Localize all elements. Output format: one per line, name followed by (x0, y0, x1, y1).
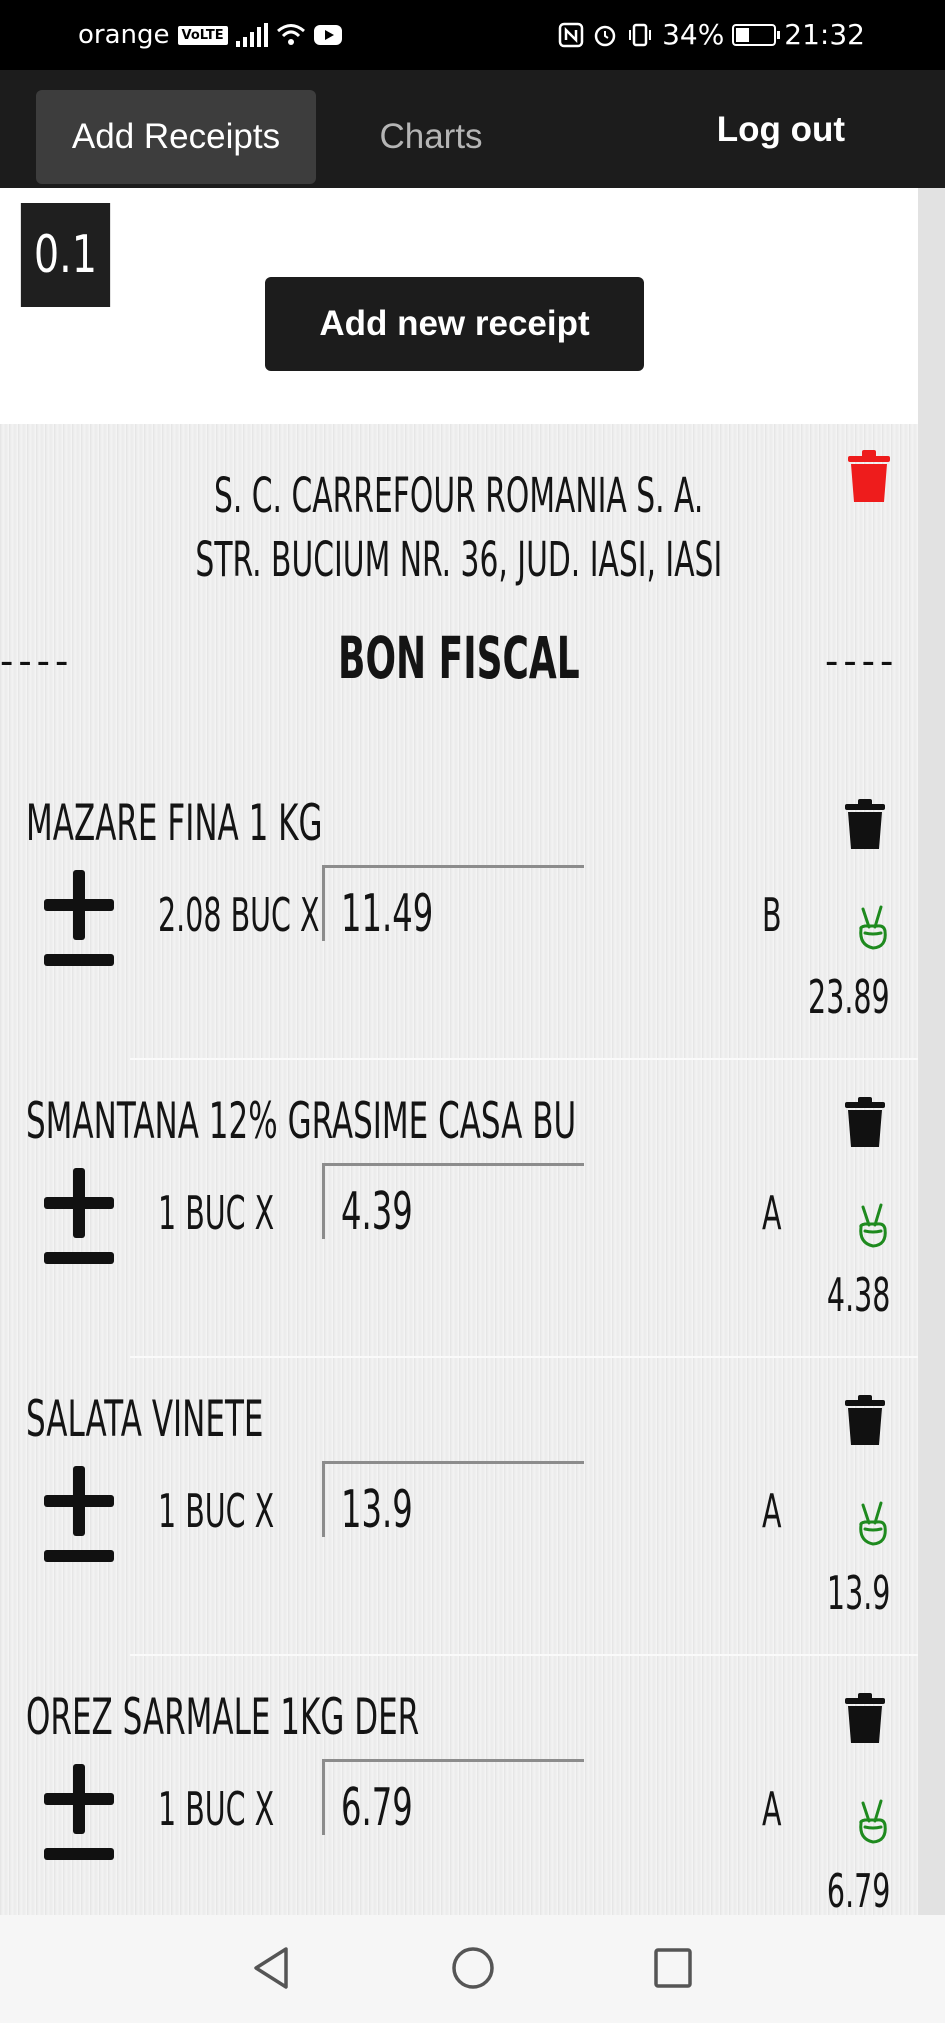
tab-charts[interactable]: Charts (360, 90, 502, 184)
logout-link[interactable]: Log out (717, 110, 845, 150)
item-tax-code: B (762, 888, 782, 942)
item-divider (130, 1654, 918, 1656)
item-price-input[interactable]: 4.39 (322, 1163, 584, 1242)
increase-qty-button[interactable] (44, 1466, 114, 1536)
decrease-qty-button[interactable] (44, 1550, 114, 1562)
signal-icon (235, 23, 268, 47)
item-quantity: 1 BUC X (158, 1484, 275, 1538)
receipt-item: OREZ SARMALE 1KG DER 1 BUC X 6.79 A 6.79 (0, 1674, 918, 1915)
item-name: SALATA VINETE (26, 1390, 264, 1448)
receipt-item: MAZARE FINA 1 KG 2.08 BUC X 11.49 B 23.8… (0, 780, 918, 1080)
scrollbar[interactable] (918, 188, 945, 1915)
peace-hand-icon[interactable] (855, 1501, 891, 1547)
volte-badge: VoLTE (177, 25, 228, 45)
decrease-qty-button[interactable] (44, 954, 114, 966)
item-total: 13.9 (826, 1566, 890, 1620)
battery-percent: 34% (662, 18, 725, 51)
item-total: 23.89 (808, 970, 890, 1024)
recents-icon[interactable] (652, 1945, 694, 1991)
item-tax-code: A (762, 1484, 782, 1538)
item-price-input[interactable]: 13.9 (322, 1461, 584, 1540)
delete-receipt-icon[interactable] (846, 448, 892, 504)
increase-qty-button[interactable] (44, 870, 114, 940)
nfc-icon (558, 22, 584, 47)
item-price-input[interactable]: 11.49 (322, 865, 584, 944)
peace-hand-icon[interactable] (855, 1203, 891, 1249)
item-price-input[interactable]: 6.79 (322, 1759, 584, 1838)
increase-qty-button[interactable] (44, 1764, 114, 1834)
increase-qty-button[interactable] (44, 1168, 114, 1238)
receipt-item: SALATA VINETE 1 BUC X 13.9 A 13.9 (0, 1376, 918, 1676)
receipt-item: SMANTANA 12% GRASIME CASA BU 1 BUC X 4.3… (0, 1078, 918, 1378)
add-new-receipt-button[interactable]: Add new receipt (265, 277, 644, 371)
item-total: 4.38 (826, 1268, 890, 1322)
store-address: STR. BUCIUM NR. 36, JUD. IASI, IASI (195, 532, 723, 588)
item-quantity: 1 BUC X (158, 1186, 275, 1240)
tab-add-receipts[interactable]: Add Receipts (36, 90, 316, 184)
home-icon[interactable] (450, 1945, 496, 1991)
top-navbar: Add Receipts Charts Log out (0, 70, 945, 188)
store-name: S. C. CARREFOUR ROMANIA S. A. (214, 468, 704, 524)
clock: 21:32 (784, 18, 865, 51)
page-header: 0.1 Add new receipt (0, 188, 918, 424)
delete-item-icon[interactable] (844, 1394, 886, 1446)
version-badge: 0.1 (20, 203, 111, 307)
item-tax-code: A (762, 1186, 782, 1240)
receipt-card: S. C. CARREFOUR ROMANIA S. A. STR. BUCIU… (0, 424, 918, 1915)
receipt-title: BON FISCAL (338, 624, 580, 692)
status-bar: orange VoLTE 34% 21:32 (0, 0, 945, 70)
vibrate-icon (629, 23, 652, 46)
item-tax-code: A (762, 1782, 782, 1836)
decrease-qty-button[interactable] (44, 1252, 114, 1264)
divider-dashes-right: ---- (825, 639, 899, 683)
system-nav-bar (0, 1915, 945, 2023)
peace-hand-icon[interactable] (855, 1799, 891, 1845)
back-icon[interactable] (250, 1945, 292, 1991)
item-name: MAZARE FINA 1 KG (26, 794, 323, 852)
delete-item-icon[interactable] (844, 1692, 886, 1744)
delete-item-icon[interactable] (844, 1096, 886, 1148)
carrier-name: orange (78, 20, 170, 50)
alarm-icon (594, 25, 616, 46)
decrease-qty-button[interactable] (44, 1848, 114, 1860)
item-total: 6.79 (826, 1864, 890, 1915)
item-quantity: 1 BUC X (158, 1782, 275, 1836)
youtube-icon (313, 25, 342, 45)
item-divider (130, 1356, 918, 1358)
wifi-icon (276, 24, 305, 45)
battery-icon (732, 23, 781, 46)
item-name: OREZ SARMALE 1KG DER (26, 1688, 420, 1746)
item-divider (130, 1058, 918, 1060)
delete-item-icon[interactable] (844, 798, 886, 850)
item-name: SMANTANA 12% GRASIME CASA BU (26, 1092, 577, 1150)
peace-hand-icon[interactable] (855, 905, 891, 951)
